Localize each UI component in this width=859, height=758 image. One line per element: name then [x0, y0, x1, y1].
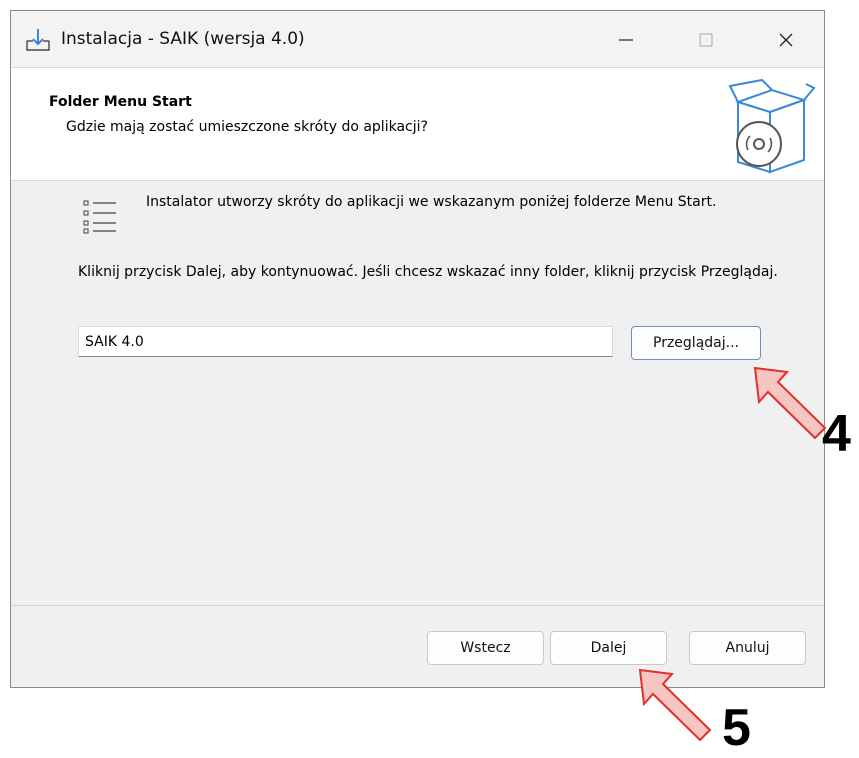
maximize-icon: [699, 32, 713, 47]
list-icon: [83, 200, 116, 234]
instruction-text: Kliknij przycisk Dalej, aby kontynuować.…: [78, 264, 778, 280]
page-title: Folder Menu Start: [49, 94, 192, 110]
start-menu-folder-input[interactable]: [78, 326, 613, 357]
title-bar[interactable]: Instalacja - SAIK (wersja 4.0): [11, 11, 824, 68]
back-button[interactable]: Wstecz: [427, 631, 544, 665]
annotation-number-4: 4: [822, 405, 851, 463]
software-box-icon: [728, 78, 816, 174]
footer-divider: [11, 605, 824, 606]
window-title: Instalacja - SAIK (wersja 4.0): [61, 29, 305, 49]
page-subtitle: Gdzie mają zostać umieszczone skróty do …: [66, 119, 428, 135]
installer-app-icon: [26, 29, 50, 51]
annotation-arrow-5-icon: [638, 668, 712, 742]
wizard-header: Folder Menu Start Gdzie mają zostać umie…: [11, 68, 824, 181]
installer-window: Instalacja - SAIK (wersja 4.0) Folder Me…: [10, 10, 825, 688]
minimize-icon: [619, 38, 633, 41]
close-button[interactable]: [756, 11, 816, 68]
annotation-arrow-4-icon: [753, 366, 827, 440]
minimize-button[interactable]: [596, 11, 656, 68]
info-text: Instalator utworzy skróty do aplikacji w…: [146, 194, 717, 210]
annotation-number-5: 5: [722, 699, 751, 757]
close-icon: [779, 33, 793, 46]
browse-button[interactable]: Przeglądaj...: [631, 326, 761, 360]
maximize-button[interactable]: [676, 11, 736, 68]
